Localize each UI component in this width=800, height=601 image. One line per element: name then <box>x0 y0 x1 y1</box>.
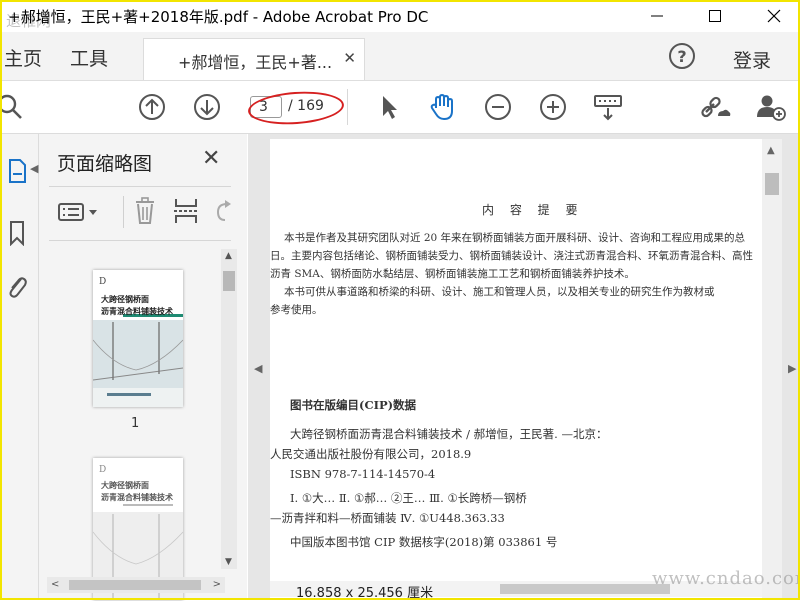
minimize-button[interactable] <box>634 0 680 32</box>
summary-line: 日。主要内容包括绪论、钢桥面铺装受力、钢桥面铺装设计、浇注式沥青混合料、环氧沥青… <box>270 250 753 262</box>
scroll-right-arrow-icon[interactable]: > <box>213 579 221 590</box>
thumbnail-horizontal-scrollbar[interactable]: < > <box>47 577 225 593</box>
delete-page-icon[interactable] <box>133 196 157 230</box>
insert-page-icon[interactable] <box>173 196 199 230</box>
tab-bar: 主页 工具 +郝增恒，王民+著... ✕ ? 登录 <box>0 32 800 81</box>
login-button[interactable]: 登录 <box>733 46 771 73</box>
attachment-icon[interactable] <box>4 272 30 302</box>
thumbnail-vertical-scrollbar[interactable]: ▲ ▼ <box>221 249 237 569</box>
cip-line: 中国版本图书馆 CIP 数据核字(2018)第 033861 号 <box>290 535 558 549</box>
panel-title: 页面缩略图 <box>57 153 153 175</box>
page-size-readout: 16.858 x 25.456 厘米 <box>296 586 434 601</box>
left-rail <box>0 134 39 600</box>
zoom-out-icon[interactable] <box>482 91 514 123</box>
page-thumbnails-icon[interactable] <box>4 156 30 186</box>
thumbnail-title-line: 大跨径钢桥面 <box>101 480 149 490</box>
search-icon[interactable] <box>0 91 26 123</box>
summary-line: 沥青 SMA、钢桥面防水黏结层、钢桥面铺装施工工艺和钢桥面铺装养护技术。 <box>270 268 635 280</box>
zoom-in-icon[interactable] <box>537 91 569 123</box>
document-tab[interactable]: +郝增恒，王民+著... ✕ <box>143 38 365 80</box>
thumbnail-options-icon[interactable] <box>57 200 101 228</box>
window-title: +郝增恒，王民+著+2018年版.pdf - Adobe Acrobat Pro… <box>8 8 429 26</box>
close-window-button[interactable] <box>751 0 797 32</box>
svg-text:D: D <box>99 277 106 287</box>
scroll-up-arrow-icon[interactable]: ▲ <box>225 251 232 261</box>
cip-line: —沥青拌和料—桥面铺装 Ⅳ. ①U448.363.33 <box>270 511 505 525</box>
next-page-icon[interactable] <box>191 91 223 123</box>
document-tab-label: +郝增恒，王民+著... <box>178 53 333 72</box>
close-icon <box>767 9 781 23</box>
thumbnail-title-line: 沥青混合料铺装技术 <box>101 492 173 502</box>
summary-line: 本书可供从事道路和桥梁的科研、设计、施工和管理人员，以及相关专业的研究生作为教材… <box>284 286 715 298</box>
panel-divider <box>49 240 231 241</box>
panel-toolbar <box>39 192 247 232</box>
summary-line: 参考使用。 <box>270 304 323 316</box>
summary-heading: 内 容 提 要 <box>482 203 584 217</box>
cip-line: Ⅰ. ①大… Ⅱ. ①郝… ②王… Ⅲ. ①长跨桥—钢桥 <box>290 491 527 505</box>
annotation-ellipse <box>247 88 345 128</box>
thumbnail-page-label: 1 <box>131 416 140 431</box>
page-thumbnail-1[interactable]: D 大跨径钢桥面 沥青混合料铺装技术 <box>93 270 183 407</box>
cip-heading: 图书在版编目(CIP)数据 <box>290 398 417 412</box>
document-vertical-scrollbar[interactable]: ▲ <box>762 139 782 600</box>
toolbar-divider <box>347 89 348 125</box>
panel-divider <box>49 186 231 187</box>
thumbnail-panel: 页面缩略图 ✕ D 大跨径钢桥面 沥青混合料铺装技术 1 D 大跨径钢桥面 沥青… <box>39 134 247 600</box>
scrollbar-thumb[interactable] <box>69 580 201 590</box>
hand-tool-icon[interactable] <box>427 91 459 123</box>
bookmark-icon[interactable] <box>4 218 30 248</box>
scroll-up-arrow-icon[interactable]: ▲ <box>767 145 775 156</box>
scroll-left-arrow-icon[interactable]: < <box>51 579 59 590</box>
rail-collapse-arrow-icon[interactable]: ◀ <box>30 162 38 175</box>
cip-line: 人民交通出版社股份有限公司，2018.9 <box>270 447 472 461</box>
scrollbar-thumb[interactable] <box>765 173 779 195</box>
panel-tool-divider <box>123 196 124 228</box>
tab-close-icon[interactable]: ✕ <box>343 49 356 67</box>
toolbar: 3 / 169 <box>0 81 800 134</box>
book-cover-image: D <box>93 270 183 407</box>
pdf-page: 内 容 提 要 本书是作者及其研究团队对近 20 年来在钢桥面铺装方面开展科研、… <box>270 139 762 600</box>
scroll-down-arrow-icon[interactable]: ▼ <box>225 557 232 567</box>
select-pointer-icon[interactable] <box>372 91 404 123</box>
minimize-icon <box>651 15 663 17</box>
share-link-icon[interactable] <box>700 91 732 123</box>
watermark-bottom: www.cndao.com <box>652 568 800 589</box>
scrollbar-thumb[interactable] <box>223 271 235 291</box>
svg-text:D: D <box>99 465 106 475</box>
nav-tools[interactable]: 工具 <box>70 44 108 71</box>
scrollbar-thumb[interactable] <box>500 584 670 594</box>
cip-line: ISBN 978-7-114-14570-4 <box>290 467 436 481</box>
page-right-arrow-icon[interactable]: ▶ <box>788 362 796 375</box>
maximize-icon <box>709 10 721 22</box>
thumbnail-title-line: 大跨径钢桥面 <box>101 294 149 304</box>
help-icon[interactable]: ? <box>669 43 695 69</box>
previous-page-icon[interactable] <box>136 91 168 123</box>
nav-home[interactable]: 主页 <box>4 44 42 71</box>
title-bar: 退稚网 +郝增恒，王民+著+2018年版.pdf - Adobe Acrobat… <box>0 0 800 32</box>
keyboard-scroll-icon[interactable] <box>592 91 624 123</box>
add-user-icon[interactable] <box>755 91 787 123</box>
panel-toggle-arrow-icon[interactable]: ◀ <box>254 362 262 375</box>
rotate-page-icon[interactable] <box>213 198 233 228</box>
document-viewer: ◀ 内 容 提 要 本书是作者及其研究团队对近 20 年来在钢桥面铺装方面开展科… <box>248 134 800 601</box>
panel-close-icon[interactable]: ✕ <box>202 146 220 171</box>
summary-line: 本书是作者及其研究团队对近 20 年来在钢桥面铺装方面开展科研、设计、咨询和工程… <box>284 232 746 244</box>
cip-line: 大跨径钢桥面沥青混合料铺装技术 / 郝增恒，王民著. —北京： <box>290 427 608 441</box>
thumbnail-title-line: 沥青混合料铺装技术 <box>101 306 173 316</box>
maximize-button[interactable] <box>692 0 738 32</box>
